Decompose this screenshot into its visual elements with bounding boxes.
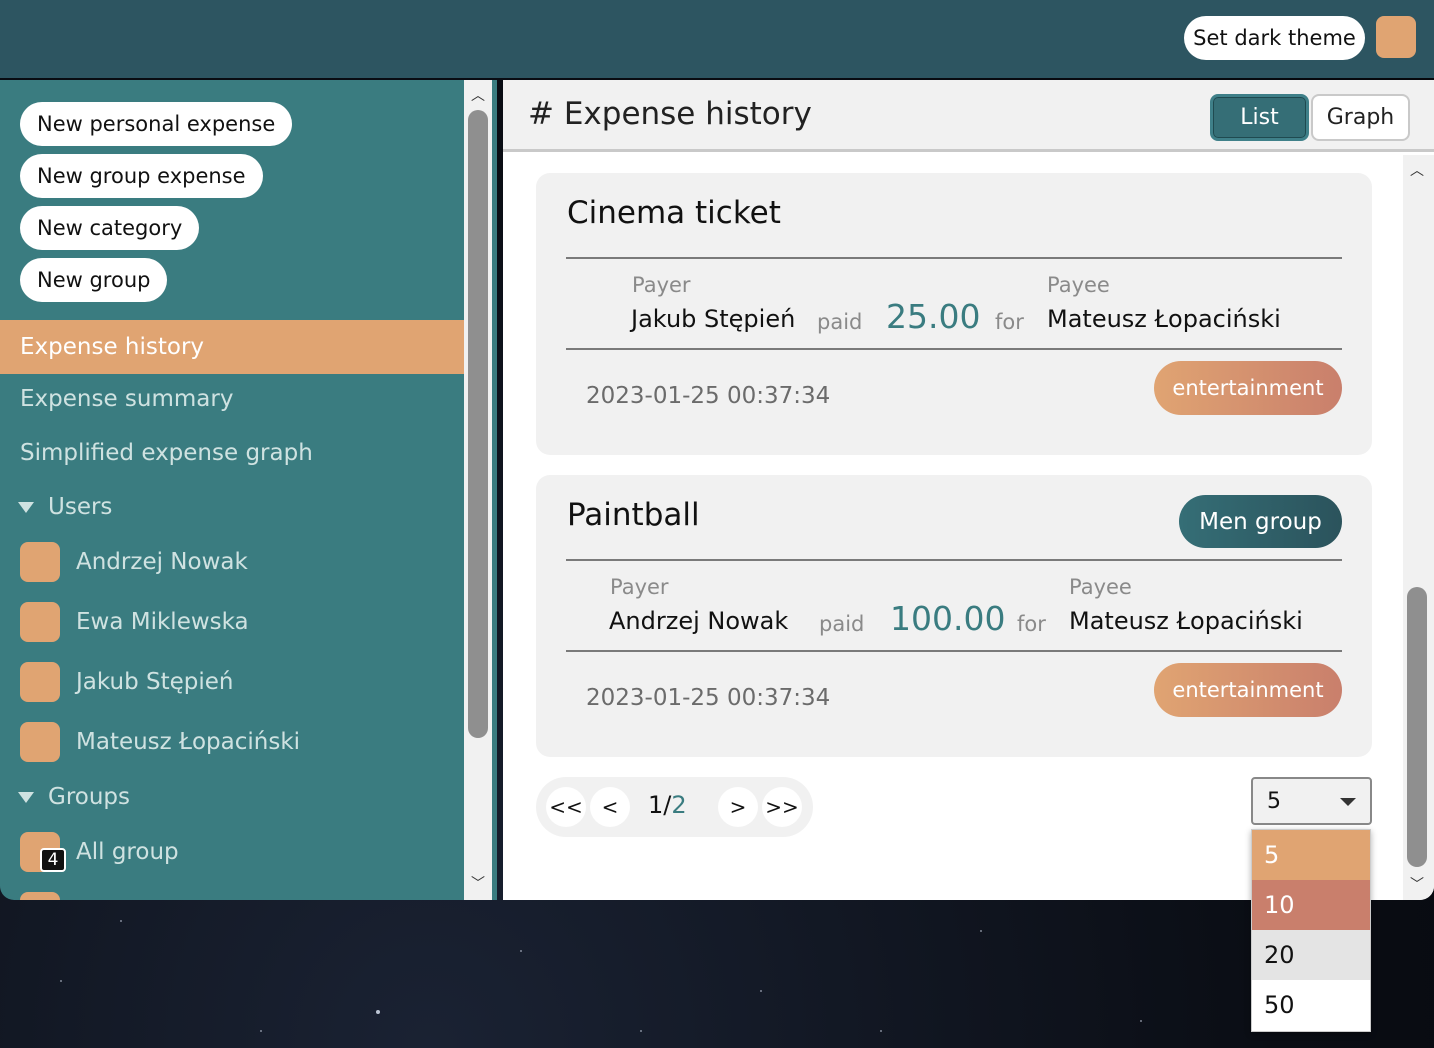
sidebar-scroll-thumb[interactable]: [468, 110, 488, 738]
payer-label: Payer: [610, 575, 669, 599]
page-title: # Expense history: [528, 96, 812, 132]
expense-title: Paintball: [567, 497, 700, 533]
main-panel: # Expense history List Graph Cinema tick…: [503, 80, 1434, 900]
collapse-triangle-icon: [18, 791, 34, 803]
last-page-button[interactable]: >>: [762, 787, 802, 827]
payee-name: Mateusz Łopaciński: [1047, 305, 1281, 333]
divider: [566, 559, 1342, 561]
payee-name: Mateusz Łopaciński: [1069, 607, 1303, 635]
new-group-button[interactable]: New group: [20, 258, 168, 302]
payer-name: Andrzej Nowak: [609, 607, 789, 635]
nav-expense-history[interactable]: Expense history: [0, 320, 464, 374]
groups-section-toggle[interactable]: Groups: [18, 784, 130, 810]
prev-page-button[interactable]: <: [590, 787, 630, 827]
user-color-swatch: [20, 722, 60, 762]
page-size-option[interactable]: 5: [1252, 830, 1370, 880]
current-page: 1: [648, 791, 664, 819]
divider: [566, 650, 1342, 652]
paid-word: paid: [819, 612, 865, 636]
user-item[interactable]: Andrzej Nowak: [20, 542, 248, 582]
view-graph-button[interactable]: Graph: [1311, 94, 1410, 141]
page-size-option[interactable]: 50: [1252, 980, 1370, 1030]
collapse-triangle-icon: [18, 501, 34, 513]
divider: [566, 348, 1342, 350]
for-word: for: [1017, 612, 1046, 636]
scroll-down-icon[interactable]: ﹀: [1403, 873, 1431, 895]
sidebar: New personal expense New group expense N…: [0, 80, 497, 900]
payer-label: Payer: [632, 273, 691, 297]
user-name: Mateusz Łopaciński: [76, 729, 301, 755]
new-category-button[interactable]: New category: [20, 206, 200, 250]
expense-title: Cinema ticket: [567, 195, 781, 231]
scroll-up-icon[interactable]: ︿: [1403, 159, 1431, 181]
top-bar: Set dark theme: [0, 0, 1434, 78]
user-item[interactable]: Ewa Miklewska: [20, 602, 249, 642]
page-size-select[interactable]: 5: [1251, 777, 1372, 825]
user-color-swatch: [20, 602, 60, 642]
expense-amount: 25.00: [886, 297, 981, 336]
main-scrollbar[interactable]: ︿ ﹀: [1403, 155, 1434, 900]
user-item[interactable]: Mateusz Łopaciński: [20, 722, 300, 762]
users-section-toggle[interactable]: Users: [18, 494, 112, 520]
expense-date: 2023-01-25 00:37:34: [586, 383, 831, 409]
group-name: All group: [76, 839, 179, 865]
category-tag[interactable]: entertainment: [1154, 361, 1342, 415]
nav-expense-summary[interactable]: Expense summary: [20, 386, 233, 412]
payee-label: Payee: [1069, 575, 1132, 599]
theme-color-swatch[interactable]: [1376, 16, 1416, 58]
group-color-swatch: [20, 892, 60, 900]
new-group-expense-button[interactable]: New group expense: [20, 154, 263, 198]
user-item[interactable]: Jakub Stępień: [20, 662, 233, 702]
page-indicator: 1/2: [648, 791, 687, 819]
page-size-option[interactable]: 20: [1252, 930, 1370, 980]
user-name: Andrzej Nowak: [76, 549, 248, 575]
users-section-label: Users: [48, 494, 113, 520]
user-color-swatch: [20, 542, 60, 582]
user-color-swatch: [20, 662, 60, 702]
expense-card: Cinema ticket Payer Jakub Stępień paid 2…: [536, 173, 1372, 455]
user-name: Ewa Miklewska: [76, 609, 249, 635]
divider: [566, 257, 1342, 259]
payee-label: Payee: [1047, 273, 1110, 297]
group-color-swatch: 4: [20, 832, 66, 872]
payer-name: Jakub Stępień: [631, 305, 796, 333]
scroll-down-icon[interactable]: ﹀: [464, 872, 492, 894]
member-count-badge: 4: [40, 848, 66, 872]
category-tag[interactable]: entertainment: [1154, 663, 1342, 717]
sidebar-divider: [492, 80, 497, 900]
set-dark-theme-button[interactable]: Set dark theme: [1184, 16, 1365, 60]
group-item[interactable]: 4 All group: [20, 832, 179, 872]
chevron-down-icon: [1340, 798, 1356, 806]
groups-section-label: Groups: [48, 784, 131, 810]
next-page-button[interactable]: >: [718, 787, 758, 827]
page-size-dropdown: 5 10 20 50: [1251, 829, 1371, 1032]
for-word: for: [995, 310, 1024, 334]
main-scroll-thumb[interactable]: [1407, 587, 1427, 867]
first-page-button[interactable]: <<: [546, 787, 586, 827]
scroll-up-icon[interactable]: ︿: [464, 84, 492, 106]
user-name: Jakub Stępień: [76, 669, 234, 695]
group-tag[interactable]: Men group: [1179, 495, 1342, 548]
new-personal-expense-button[interactable]: New personal expense: [20, 102, 293, 146]
paid-word: paid: [817, 310, 863, 334]
page-size-option[interactable]: 10: [1252, 880, 1370, 930]
nav-simplified-expense-graph[interactable]: Simplified expense graph: [20, 440, 313, 466]
pagination: << < 1/2 > >>: [536, 777, 813, 837]
starfield-background: [0, 880, 1434, 1048]
main-header: # Expense history List Graph: [503, 80, 1434, 152]
view-list-button[interactable]: List: [1210, 94, 1309, 141]
page-size-value: 5: [1267, 788, 1281, 814]
total-pages: 2: [671, 791, 687, 819]
expense-date: 2023-01-25 00:37:34: [586, 685, 831, 711]
expense-amount: 100.00: [890, 599, 1006, 638]
expense-card: Paintball Men group Payer Andrzej Nowak …: [536, 475, 1372, 757]
